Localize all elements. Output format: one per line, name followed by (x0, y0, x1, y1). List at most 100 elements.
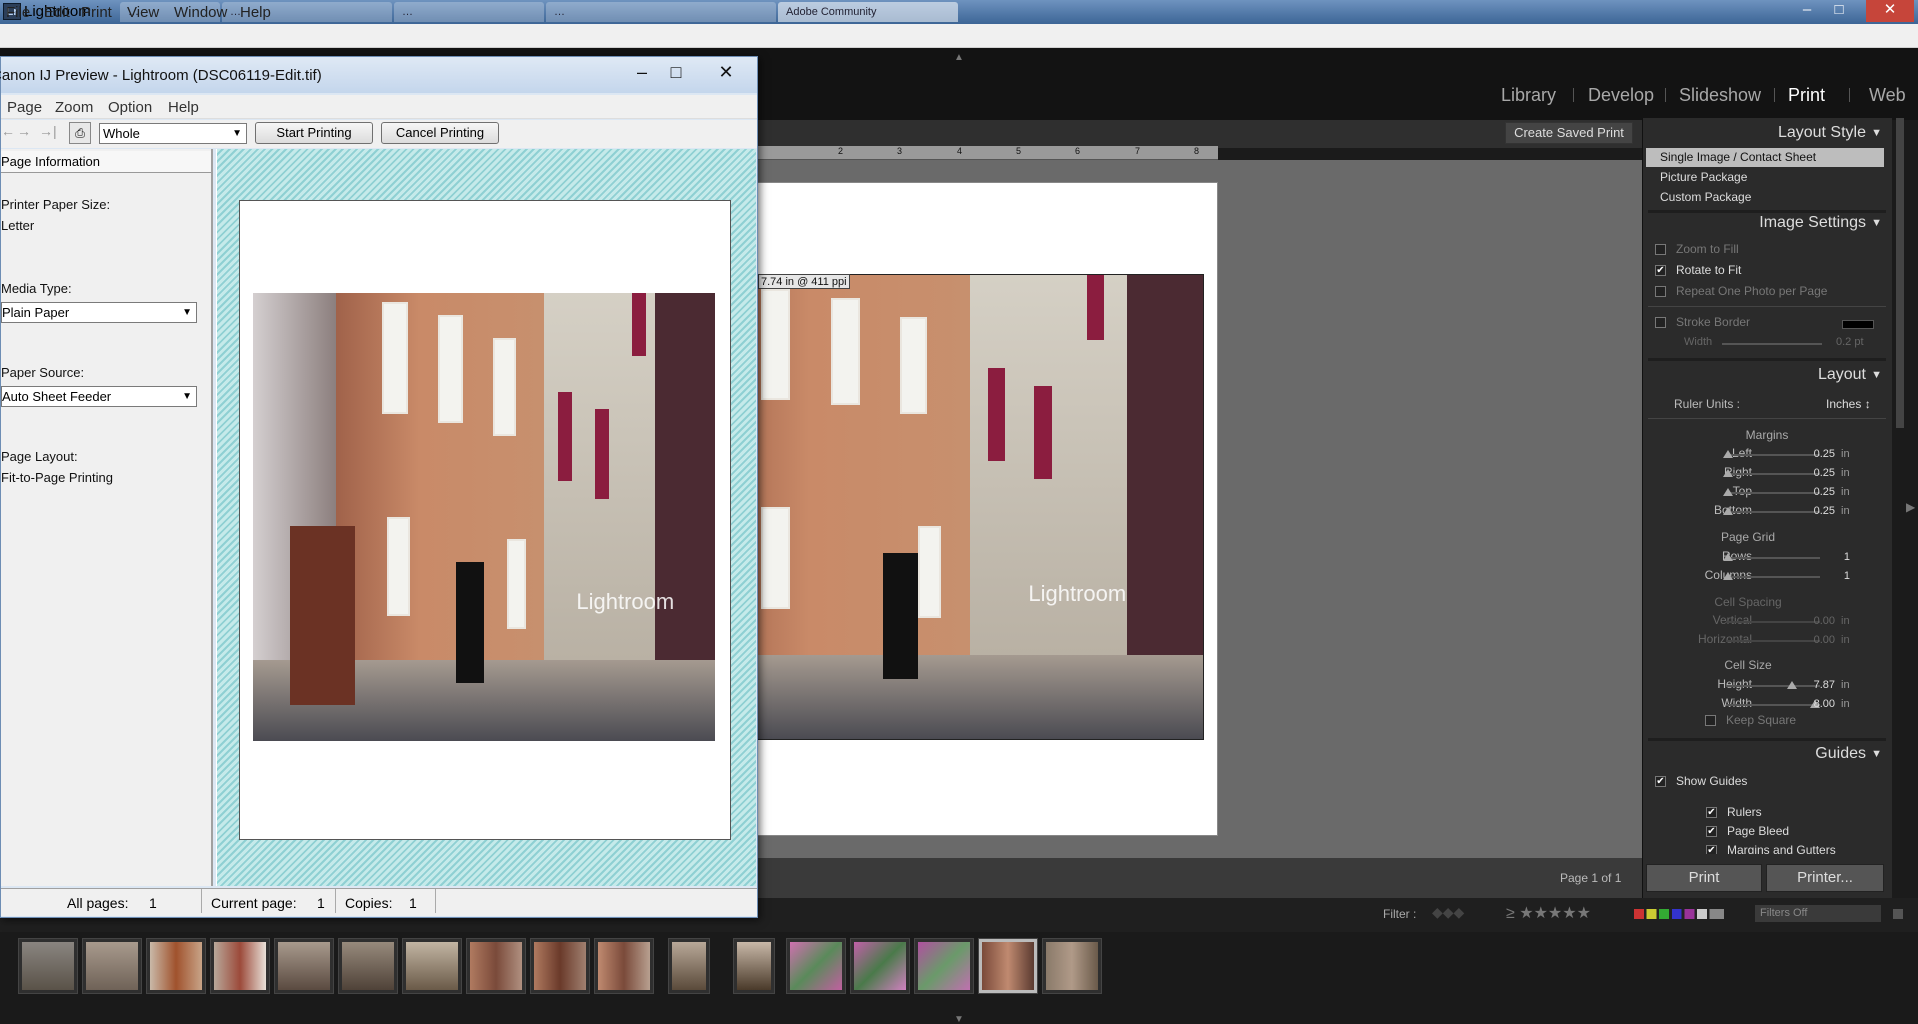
keep-square-checkbox[interactable]: Keep Square (1705, 710, 1796, 730)
menu-file[interactable]: File (6, 4, 30, 21)
bg-tab-3[interactable]: … (394, 2, 544, 22)
canon-maximize-icon[interactable]: □ (659, 61, 693, 85)
filters-off-select[interactable]: Filters Off (1755, 905, 1881, 922)
close-icon[interactable]: ✕ (1866, 0, 1914, 22)
page-layout-label: Page Layout: (1, 449, 78, 464)
filmstrip-thumbnail[interactable] (466, 938, 526, 994)
next-page-icon[interactable]: → (17, 123, 31, 139)
right-panel-scrollbar[interactable] (1896, 118, 1904, 428)
canon-menu-option[interactable]: Option (108, 99, 152, 116)
slider-knob[interactable] (1723, 507, 1733, 515)
margin-left-value[interactable]: 0.25 (1775, 448, 1835, 460)
layout-style-custom-package[interactable]: Custom Package (1646, 188, 1884, 207)
stroke-color-swatch[interactable] (1842, 320, 1874, 329)
module-slideshow[interactable]: Slideshow (1679, 85, 1761, 106)
page-count: Page 1 of 1 (1560, 871, 1622, 885)
rulers-checkbox[interactable]: ✔ Rulers (1706, 802, 1762, 822)
color-label-filter-icons[interactable] (1634, 909, 1724, 919)
paper-source-select[interactable]: Auto Sheet Feeder ▼ (1, 386, 197, 407)
rotate-to-fit-checkbox[interactable]: ✔ Rotate to Fit (1655, 260, 1741, 280)
filmstrip-thumbnail[interactable] (530, 938, 590, 994)
zoom-to-fill-checkbox[interactable]: Zoom to Fill (1655, 239, 1739, 259)
filmstrip-thumbnail[interactable] (594, 938, 654, 994)
filmstrip-thumbnail[interactable] (274, 938, 334, 994)
rows-value[interactable]: 1 (1790, 551, 1850, 563)
cancel-printing-button[interactable]: Cancel Printing (381, 122, 499, 144)
slider-knob[interactable] (1723, 469, 1733, 477)
filmstrip-thumbnail[interactable] (82, 938, 142, 994)
canon-menu-help[interactable]: Help (168, 99, 199, 116)
module-print[interactable]: Print (1788, 85, 1825, 106)
image-settings-header[interactable]: Image Settings ▼ (1650, 210, 1888, 236)
filmstrip-thumbnail[interactable] (18, 938, 78, 994)
page-bleed-checkbox[interactable]: ✔ Page Bleed (1706, 821, 1789, 841)
canon-menu-page[interactable]: Page (7, 99, 42, 116)
canon-close-icon[interactable]: ✕ (705, 61, 747, 85)
bg-tab-4[interactable]: … (546, 2, 776, 22)
stroke-width-slider[interactable] (1722, 343, 1822, 345)
layout-style-header[interactable]: Layout Style ▼ (1650, 120, 1888, 146)
margin-top-value[interactable]: 0.25 (1775, 486, 1835, 498)
filmstrip-thumbnail[interactable] (1042, 938, 1102, 994)
filter-label: Filter : (1383, 907, 1417, 921)
menu-edit[interactable]: Edit (44, 4, 70, 21)
horizontal-spacing-value[interactable]: 0.00 (1775, 634, 1835, 646)
module-library[interactable]: Library (1501, 85, 1556, 106)
show-guides-checkbox[interactable]: ✔ Show Guides (1655, 771, 1747, 791)
layout-style-picture-package[interactable]: Picture Package (1646, 168, 1884, 187)
slider-knob[interactable] (1723, 450, 1733, 458)
rating-filter-stars-icon[interactable]: ≥ ★★★★★ (1506, 903, 1591, 923)
filmstrip-thumbnail[interactable] (146, 938, 206, 994)
collapse-bottom-icon[interactable]: ▼ (954, 1014, 964, 1024)
prev-page-icon[interactable]: ← (1, 123, 15, 139)
last-page-icon[interactable]: →| (39, 123, 57, 139)
repeat-one-photo-checkbox[interactable]: Repeat One Photo per Page (1655, 281, 1827, 301)
module-web[interactable]: Web (1869, 85, 1906, 106)
menu-view[interactable]: View (127, 4, 159, 21)
collapse-top-icon[interactable]: ▲ (954, 52, 964, 63)
bg-tab-adobe-community[interactable]: Adobe Community (778, 2, 958, 22)
filmstrip-thumbnail[interactable] (786, 938, 846, 994)
margins-gutters-checkbox[interactable]: ✔ Margins and Gutters (1706, 840, 1836, 854)
start-printing-button[interactable]: Start Printing (255, 122, 373, 144)
columns-value[interactable]: 1 (1790, 570, 1850, 582)
filmstrip-thumbnail[interactable] (338, 938, 398, 994)
module-develop[interactable]: Develop (1588, 85, 1654, 106)
margin-bottom-value[interactable]: 0.25 (1775, 505, 1835, 517)
filmstrip-thumbnail[interactable] (850, 938, 910, 994)
flag-filter-icons[interactable]: ◆◆◆ (1432, 904, 1464, 921)
filter-lock-icon[interactable] (1893, 909, 1903, 919)
layout-header[interactable]: Layout ▼ (1650, 362, 1888, 388)
cell-width-value[interactable]: 8.00 (1775, 698, 1835, 710)
slider-knob[interactable] (1723, 572, 1733, 580)
canon-minimize-icon[interactable]: – (625, 61, 659, 85)
filmstrip-thumbnail-selected[interactable] (978, 938, 1038, 994)
media-type-select[interactable]: Plain Paper ▼ (1, 302, 197, 323)
slider-knob[interactable] (1723, 553, 1733, 561)
create-saved-print-button[interactable]: Create Saved Print (1505, 122, 1633, 144)
filmstrip-thumbnail[interactable] (733, 938, 775, 994)
margin-right-value[interactable]: 0.25 (1775, 467, 1835, 479)
filmstrip-thumbnail[interactable] (668, 938, 710, 994)
filmstrip-thumbnail[interactable] (914, 938, 974, 994)
print-button[interactable]: Print (1646, 864, 1762, 892)
cell-height-value[interactable]: 7.87 (1775, 679, 1835, 691)
minimize-icon[interactable]: – (1790, 0, 1824, 22)
stroke-border-checkbox[interactable]: Stroke Border (1655, 312, 1750, 332)
printer-button[interactable]: Printer... (1766, 864, 1884, 892)
maximize-icon[interactable]: □ (1822, 0, 1856, 22)
ruler-units-select[interactable]: Inches ↕ (1826, 397, 1871, 411)
guides-header[interactable]: Guides ▼ (1650, 741, 1888, 767)
menu-print[interactable]: Print (81, 4, 112, 21)
menu-help[interactable]: Help (240, 4, 271, 21)
canon-menu-zoom[interactable]: Zoom (55, 99, 93, 116)
filmstrip-thumbnail[interactable] (210, 938, 270, 994)
vertical-spacing-value[interactable]: 0.00 (1775, 615, 1835, 627)
right-panel-toggle-icon[interactable]: ▶ (1906, 500, 1915, 514)
menu-window[interactable]: Window (174, 4, 227, 21)
filmstrip-thumbnail[interactable] (402, 938, 462, 994)
layout-style-single-image[interactable]: Single Image / Contact Sheet (1646, 148, 1884, 167)
page-setup-icon[interactable]: ⎙ (69, 122, 91, 144)
zoom-select[interactable]: Whole ▼ (99, 123, 247, 144)
slider-knob[interactable] (1723, 488, 1733, 496)
